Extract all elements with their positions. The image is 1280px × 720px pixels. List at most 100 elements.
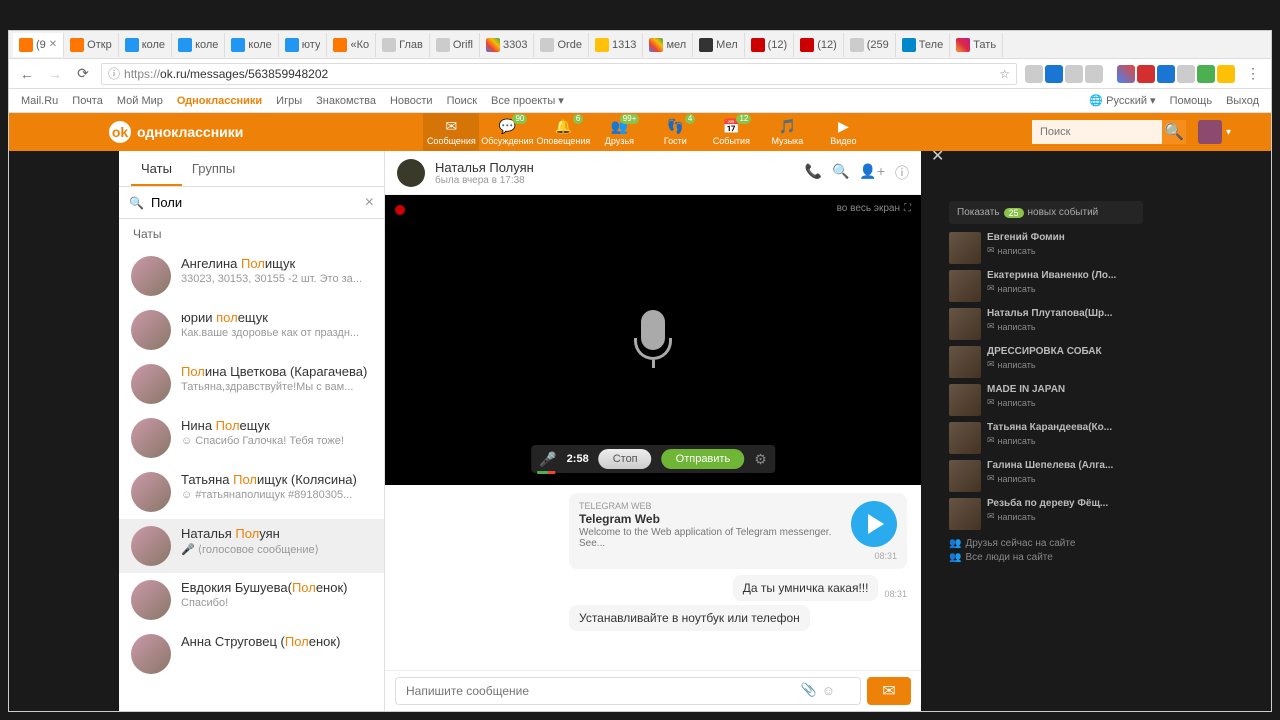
browser-tab[interactable]: коле [119,33,172,57]
browser-tab[interactable]: 3303 [480,33,534,57]
mailru-help[interactable]: Помощь [1170,95,1213,107]
extension-icon[interactable] [1157,65,1175,83]
extension-icon[interactable] [1177,65,1195,83]
friend-write-link[interactable]: написать [987,283,1143,294]
ok-nav-item[interactable]: 🔔Оповещения6 [535,113,591,151]
back-button[interactable]: ← [17,64,37,84]
browser-tab[interactable]: (259 [844,33,896,57]
friend-write-link[interactable]: написать [987,473,1143,484]
mailru-link[interactable]: Знакомства [316,95,376,107]
chat-list-item[interactable]: Евдокия Бушуева(Поленок) Спасибо! [119,573,384,627]
friend-write-link[interactable]: написать [987,435,1143,446]
friend-item[interactable]: Татьяна Карандеева(Ко... написать [949,422,1143,454]
ok-nav-item[interactable]: 👥Друзья99+ [591,113,647,151]
attach-icon[interactable]: 📎 [801,682,817,698]
browser-tab[interactable]: (9✕ [13,33,64,57]
message-list[interactable]: TELEGRAM WEB Telegram Web Welcome to the… [385,485,921,670]
mailru-link[interactable]: Мой Мир [117,95,163,107]
reload-button[interactable]: ⟳ [73,64,93,84]
chat-search-input[interactable] [119,187,384,218]
friend-item[interactable]: Резьба по дереву Фёщ... написать [949,498,1143,530]
ok-logo[interactable]: ok одноклассники [109,121,243,143]
friend-write-link[interactable]: написать [987,321,1143,332]
browser-tab[interactable]: мел [643,33,693,57]
close-panel-icon[interactable]: ✕ [931,151,944,166]
browser-tab[interactable]: Тать [950,33,1003,57]
chat-list-item[interactable]: Татьяна Полищук (Колясина) ☺ #татьянапол… [119,465,384,519]
ok-nav-item[interactable]: ▶Видео [815,113,871,151]
chat-list-item[interactable]: Ангелина Полищук 33023, 30153, 30155 -2 … [119,249,384,303]
chat-list-item[interactable]: юрии полещук Как.ваше здоровье как от пр… [119,303,384,357]
browser-tab[interactable]: коле [172,33,225,57]
mailru-link[interactable]: Все проекты ▾ [491,94,564,107]
friend-item[interactable]: Наталья Плутапова(Шр... написать [949,308,1143,340]
extension-icon[interactable] [1217,65,1235,83]
chat-list-item[interactable]: Анна Струговец (Поленок) [119,627,384,681]
friend-write-link[interactable]: написать [987,245,1143,256]
browser-tab[interactable]: юту [279,33,328,57]
extension-icon[interactable] [1137,65,1155,83]
ok-search-input[interactable] [1032,120,1162,144]
chat-list-item[interactable]: Нина Полещук ☺ Спасибо Галочка! Тебя тож… [119,411,384,465]
browser-tab[interactable]: (12) [794,33,844,57]
search-chat-icon[interactable]: 🔍 [832,163,849,183]
mailru-link[interactable]: Игры [276,95,302,107]
tab-chats[interactable]: Чаты [131,151,182,186]
extension-icon[interactable] [1117,65,1135,83]
forward-button[interactable]: → [45,64,65,84]
browser-tab[interactable]: Orde [534,33,588,57]
friend-write-link[interactable]: написать [987,397,1143,408]
all-people-link[interactable]: 👥Все люди на сайте [949,552,1143,563]
send-button[interactable]: ✉ [867,677,911,705]
send-voice-button[interactable]: Отправить [662,449,745,469]
mailru-link[interactable]: Mail.Ru [21,95,58,107]
tab-groups[interactable]: Группы [182,151,245,186]
chat-list[interactable]: Ангелина Полищук 33023, 30153, 30155 -2 … [119,249,384,711]
mailru-link[interactable]: Поиск [447,95,477,107]
friends-online-link[interactable]: 👥Друзья сейчас на сайте [949,538,1143,549]
browser-tab[interactable]: коле [225,33,278,57]
message-input[interactable] [395,677,861,705]
user-menu-chevron-icon[interactable]: ▾ [1226,127,1231,138]
browser-tab[interactable]: Мел [693,33,744,57]
friend-item[interactable]: Евгений Фомин написать [949,232,1143,264]
settings-icon[interactable]: ⚙ [754,451,767,468]
mailru-lang[interactable]: 🌐 Русский ▾ [1089,94,1155,107]
extension-icon[interactable] [1197,65,1215,83]
stop-button[interactable]: Стоп [599,449,652,469]
tab-close-icon[interactable]: ✕ [49,39,57,50]
browser-tab[interactable]: Теле [896,33,950,57]
ok-nav-item[interactable]: 💬Обсуждения90 [479,113,535,151]
add-user-icon[interactable]: 👤+ [859,163,885,183]
emoji-icon[interactable]: ☺ [822,683,835,698]
friend-item[interactable]: Галина Шепелева (Алга... написать [949,460,1143,492]
info-icon[interactable]: ⓘ [895,163,909,183]
friend-item[interactable]: ДРЕССИРОВКА СОБАК написать [949,346,1143,378]
events-notification[interactable]: Показать 25 новых событий [949,201,1143,224]
url-input[interactable]: ⓘ https://ok.ru/messages/563859948202 ☆ [101,63,1017,85]
extension-icon[interactable] [1065,65,1083,83]
browser-tab[interactable]: Orifl [430,33,480,57]
browser-tab[interactable]: 1313 [589,33,643,57]
friend-item[interactable]: Екатерина Иваненко (Ло... написать [949,270,1143,302]
friend-write-link[interactable]: написать [987,359,1143,370]
user-avatar[interactable] [1198,120,1222,144]
mailru-logout[interactable]: Выход [1226,95,1259,107]
browser-tab[interactable]: Глав [376,33,430,57]
mailru-link[interactable]: Новости [390,95,433,107]
mailru-link[interactable]: Почта [72,95,103,107]
ok-nav-item[interactable]: 🎵Музыка [759,113,815,151]
ok-search-button[interactable]: 🔍 [1162,120,1186,144]
browser-tab[interactable]: (12) [745,33,795,57]
extension-icon[interactable] [1045,65,1063,83]
clear-search-icon[interactable]: × [365,194,374,212]
chat-avatar[interactable] [397,159,425,187]
call-icon[interactable]: 📞 [805,163,822,183]
chat-list-item[interactable]: Полина Цветкова (Карагачева) Татьяна,здр… [119,357,384,411]
menu-button[interactable]: ⋮ [1243,64,1263,84]
ok-nav-item[interactable]: ✉Сообщения [423,113,479,151]
mailru-link-ok[interactable]: Одноклассники [177,95,262,107]
ok-nav-item[interactable]: 📅События12 [703,113,759,151]
friend-write-link[interactable]: написать [987,511,1143,522]
extension-icon[interactable] [1025,65,1043,83]
